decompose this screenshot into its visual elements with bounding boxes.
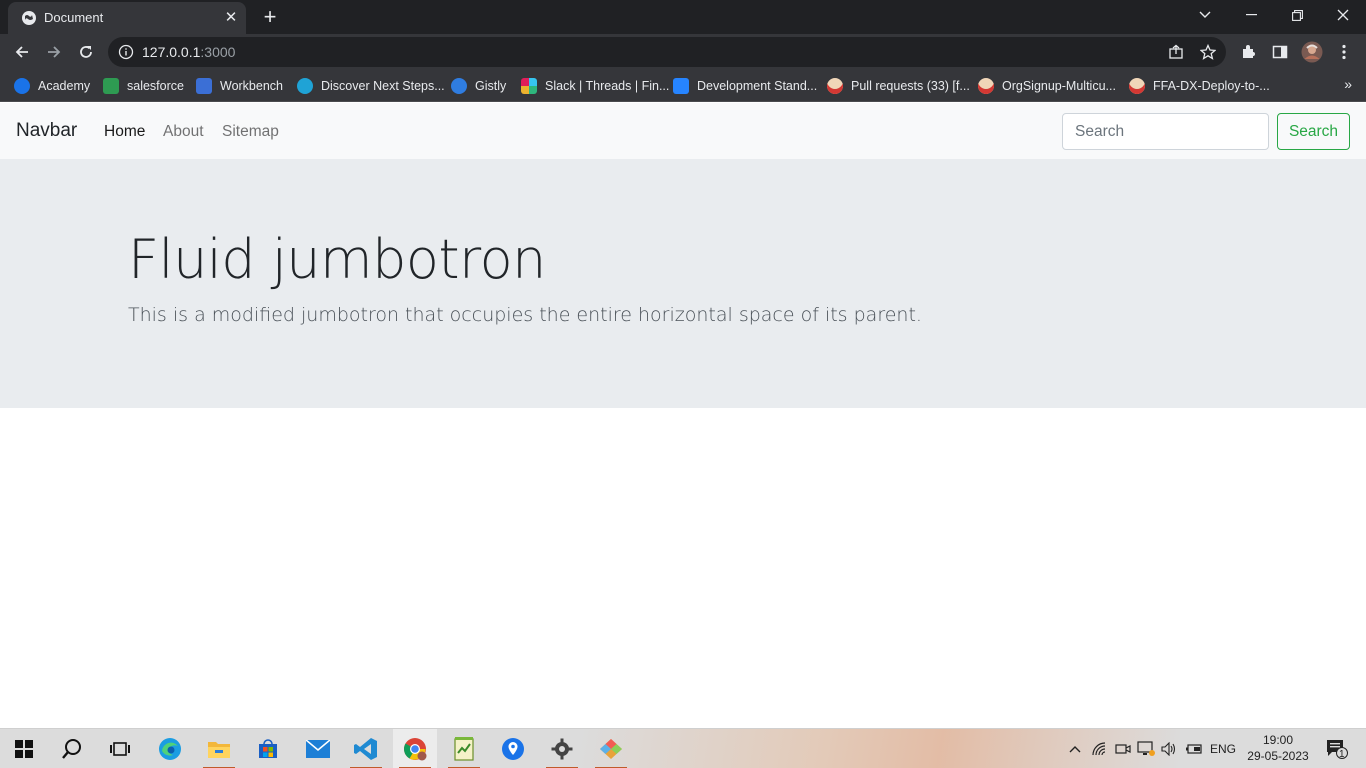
jenkins-icon [1129,78,1145,94]
bookmark-orgsignup-multicu[interactable]: OrgSignup-Multicu... [978,76,1116,96]
navbar-brand[interactable]: Navbar [16,120,77,142]
browser-tab-document[interactable]: Document ✕ [8,2,246,34]
academy-icon [14,78,30,94]
meet-now-icon[interactable] [1112,729,1134,768]
more-menu-icon[interactable] [1330,38,1358,66]
nav-link-about[interactable]: About [163,122,204,142]
notification-count: 1 [1339,749,1345,760]
clock-date: 29-05-2023 [1247,749,1309,763]
tab-search-chevron-icon[interactable] [1182,0,1228,30]
bookmark-star-icon[interactable] [1199,43,1217,61]
bookmarks-overflow-icon[interactable]: » [1344,76,1352,92]
search-input[interactable] [1062,113,1269,150]
navbar: Navbar Home About Sitemap Search [0,103,1366,159]
bookmark-label: Workbench [220,79,283,93]
task-view-icon[interactable] [98,729,142,768]
vscode-icon[interactable] [344,729,388,768]
bookmark-label: Pull requests (33) [f... [851,79,970,93]
url-text: 127.0.0.1:3000 [142,44,235,60]
mail-icon[interactable] [296,729,340,768]
microsoft-store-icon[interactable] [246,729,290,768]
bookmark-salesforce[interactable]: salesforce [103,76,184,96]
display-notification-icon[interactable] [1135,729,1157,768]
page-viewport: Navbar Home About Sitemap Search Fluid j… [0,103,1366,728]
back-arrow-icon[interactable] [8,38,36,66]
bookmark-ffa-dx-deploy[interactable]: FFA-DX-Deploy-to-... [1129,76,1270,96]
site-info-icon[interactable] [118,44,134,60]
bookmark-label: Academy [38,79,91,93]
minimize-icon[interactable] [1228,0,1274,30]
bookmark-pull-requests[interactable]: Pull requests (33) [f... [827,76,970,96]
address-bar[interactable]: 127.0.0.1:3000 [108,37,1226,67]
notepad-plus-icon[interactable] [442,729,486,768]
jenkins-icon [978,78,994,94]
windows-start-icon[interactable] [2,729,46,768]
bookmark-slack-threads[interactable]: Slack | Threads | Fin... [521,76,669,96]
bookmark-discover-next-steps[interactable]: Discover Next Steps... [297,76,445,96]
bookmark-workbench[interactable]: Workbench [196,76,283,96]
tab-close-icon[interactable]: ✕ [222,9,240,27]
bookmark-label: Discover Next Steps... [321,79,445,93]
clock-time: 19:00 [1262,733,1294,747]
gistly-icon [451,78,467,94]
profile-avatar[interactable] [1298,38,1326,66]
bookmark-label: FFA-DX-Deploy-to-... [1153,79,1270,93]
side-panel-icon[interactable] [1266,38,1294,66]
wifi-icon[interactable] [1089,729,1111,768]
edge-browser-icon[interactable] [148,729,192,768]
jenkins-icon [827,78,843,94]
globe-icon [22,11,36,25]
restore-icon[interactable] [1274,0,1320,30]
bookmark-label: Development Stand... [697,79,818,93]
file-explorer-icon[interactable] [197,729,241,768]
bookmark-gistly[interactable]: Gistly [451,76,506,96]
notification-center-icon[interactable]: 1 [1322,729,1352,768]
url-host: 127.0.0.1 [142,44,201,60]
jumbotron-title: Fluid jumbotron [128,228,546,291]
settings-gear-icon[interactable] [540,729,584,768]
bookmark-academy[interactable]: Academy [14,76,90,96]
workbench-cube-icon [196,78,212,94]
bookmark-development-standards[interactable]: Development Stand... [673,76,817,96]
show-hidden-icons-chevron-icon[interactable] [1064,729,1086,768]
nav-link-home[interactable]: Home [104,122,145,142]
git-kraken-icon[interactable] [589,729,633,768]
new-tab-button[interactable]: + [258,6,282,28]
windows-taskbar: ENG 19:00 29-05-2023 1 [0,728,1366,768]
trailhead-icon [297,78,313,94]
share-icon[interactable] [1167,43,1185,61]
url-port: :3000 [200,44,236,60]
maps-pin-icon[interactable] [491,729,535,768]
salesforce-icon [103,78,119,94]
confluence-icon [673,78,689,94]
tab-title: Document [44,10,104,25]
bookmark-label: OrgSignup-Multicu... [1002,79,1116,93]
battery-icon[interactable] [1182,729,1206,768]
browser-tab-strip: Document ✕ + [0,0,1366,34]
taskbar-clock[interactable]: 19:00 29-05-2023 [1238,732,1318,764]
extensions-puzzle-icon[interactable] [1234,38,1262,66]
nav-link-sitemap[interactable]: Sitemap [222,122,279,142]
jumbotron-lead: This is a modified jumbotron that occupi… [128,304,922,326]
chrome-icon[interactable] [393,729,437,768]
jumbotron: Fluid jumbotron This is a modified jumbo… [0,159,1366,408]
bookmark-label: Slack | Threads | Fin... [545,79,670,93]
input-language[interactable]: ENG [1208,729,1238,768]
close-window-icon[interactable] [1320,0,1366,30]
bookmark-label: Gistly [475,79,507,93]
reload-icon[interactable] [72,38,100,66]
browser-toolbar: 127.0.0.1:3000 [0,34,1366,70]
volume-icon[interactable] [1158,729,1180,768]
forward-arrow-icon[interactable] [40,38,68,66]
slack-icon [521,78,537,94]
search-icon[interactable] [50,729,94,768]
bookmark-label: salesforce [127,79,184,93]
bookmarks-bar: Academy salesforce Workbench Discover Ne… [0,70,1366,102]
search-button[interactable]: Search [1277,113,1350,150]
